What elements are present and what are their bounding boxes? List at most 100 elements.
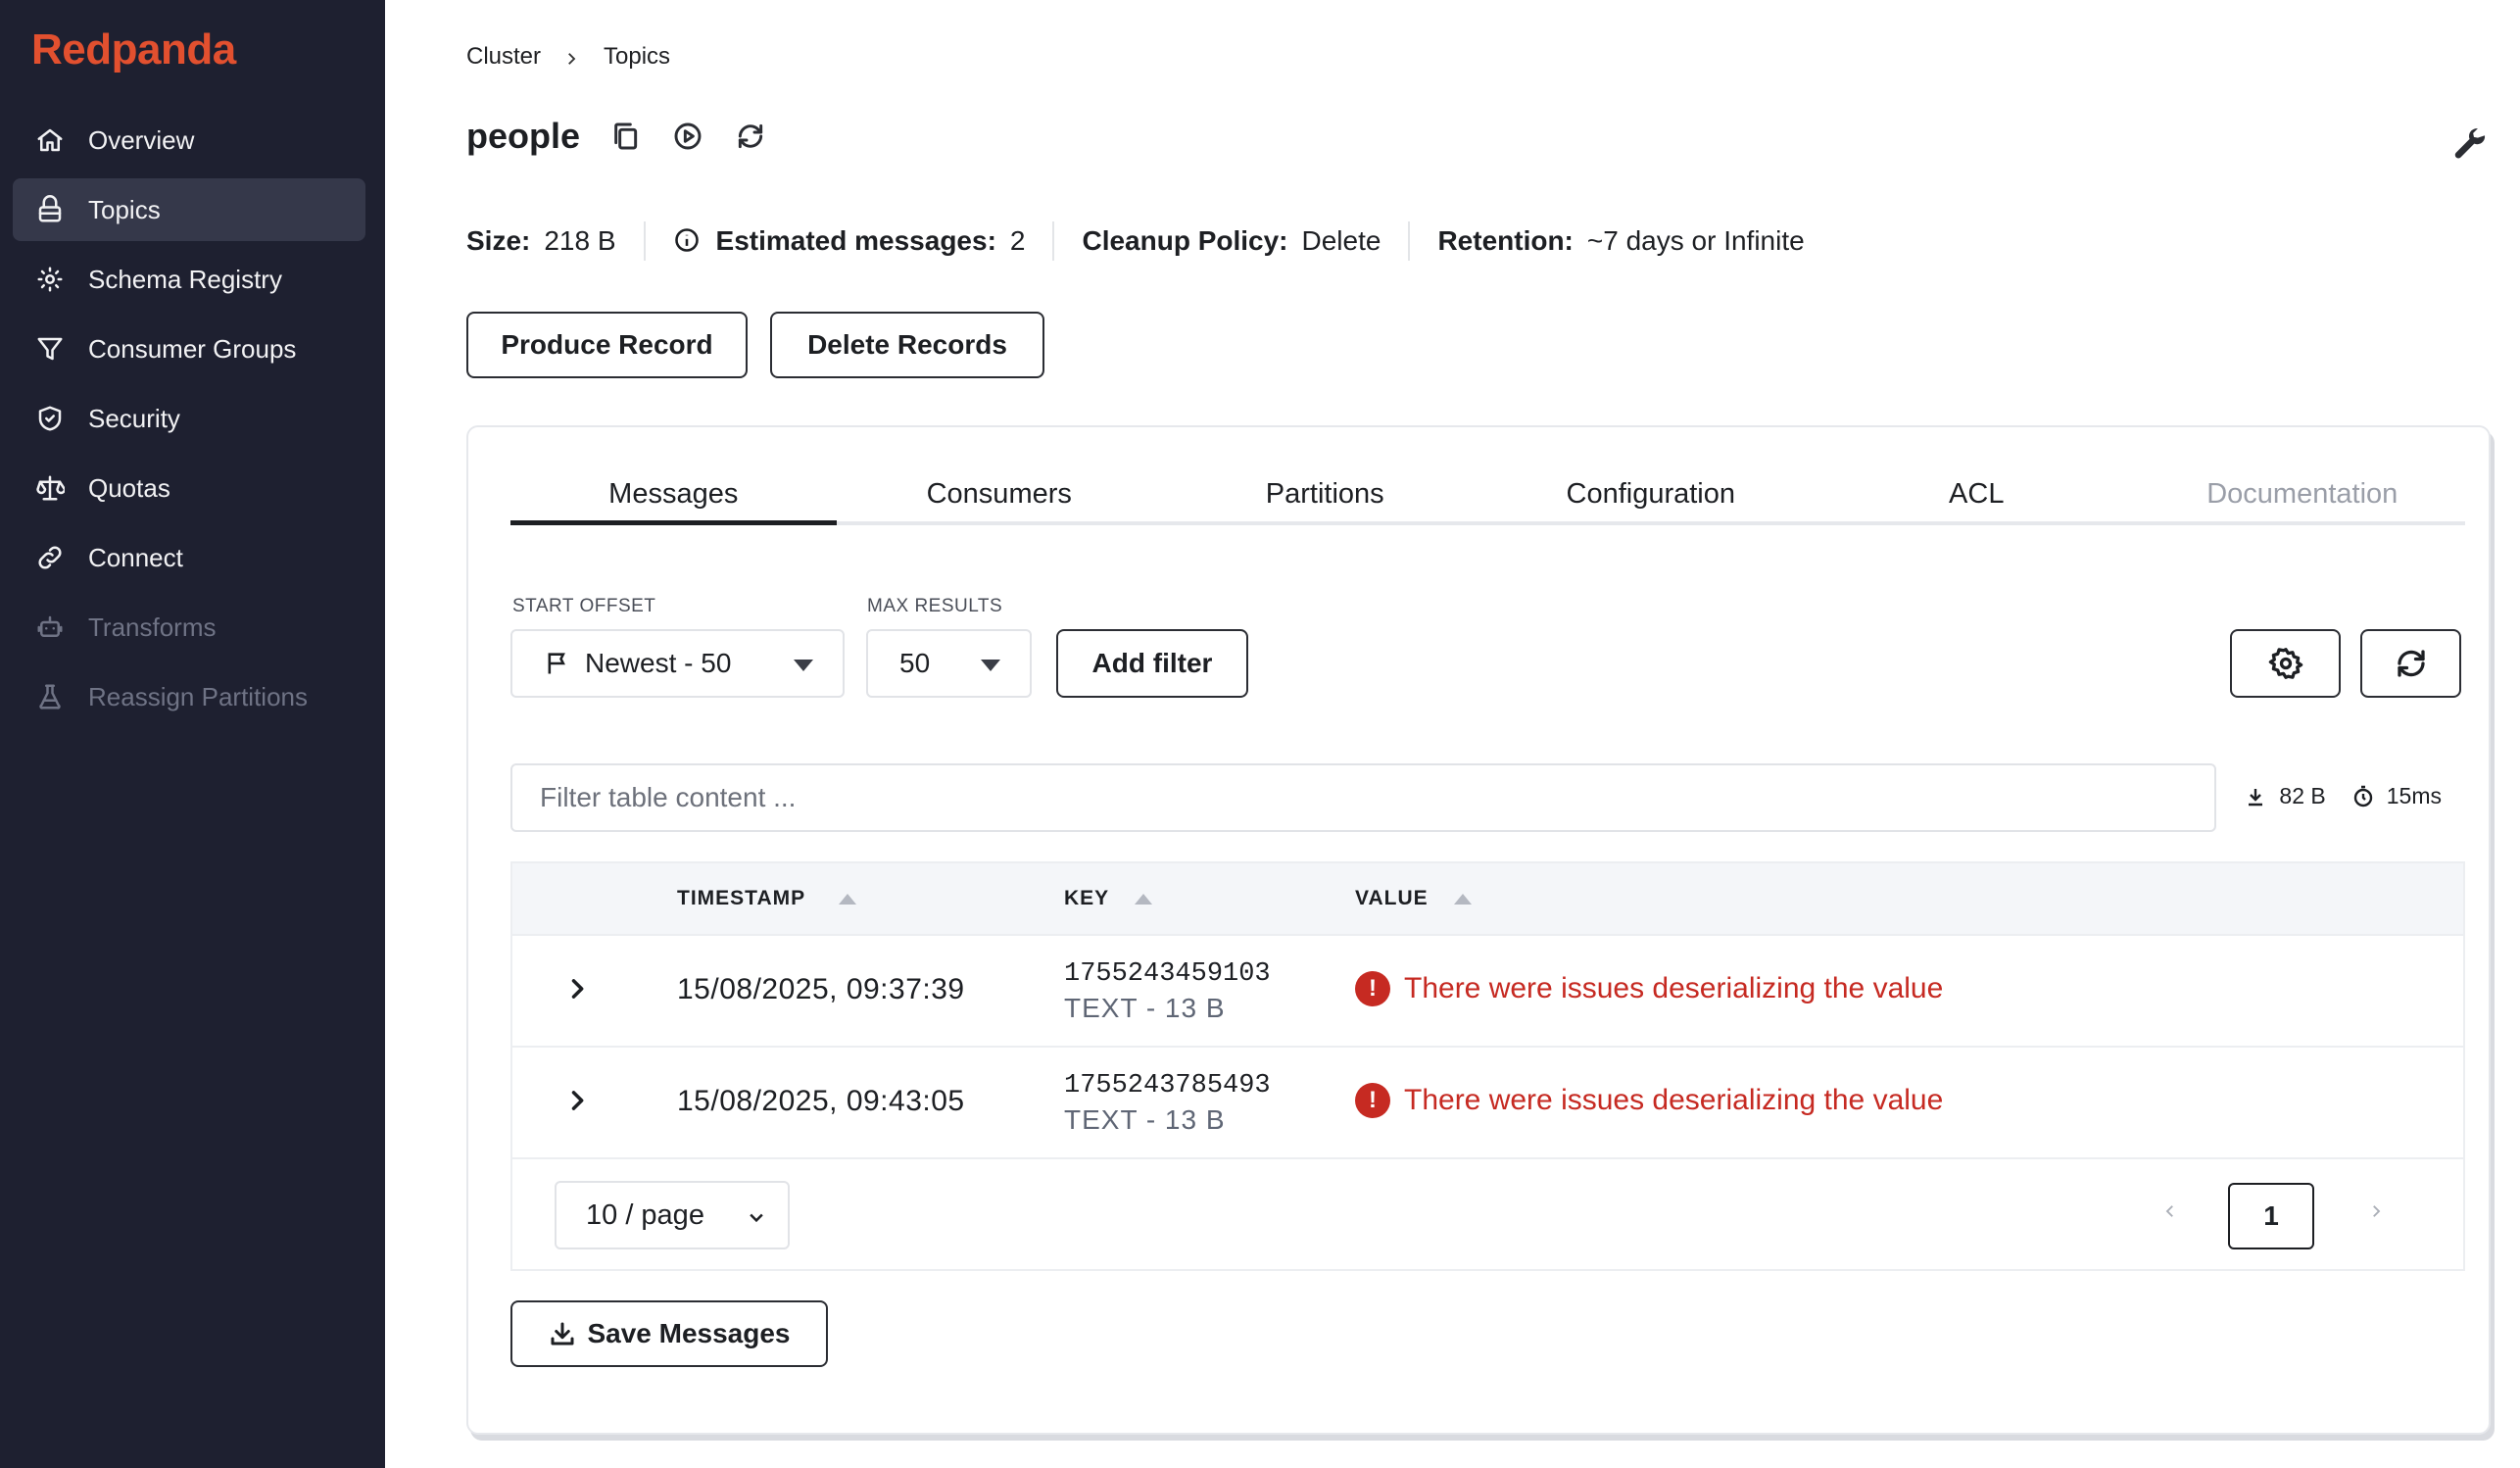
stat-cleanup: Cleanup Policy: Delete — [1082, 221, 1411, 261]
sidebar-item-label: Schema Registry — [88, 264, 282, 294]
meta-bytes: 82 B — [2279, 783, 2326, 808]
funnel-icon — [34, 333, 66, 365]
link-icon — [34, 542, 66, 573]
stat-retention-value: ~7 days or Infinite — [1586, 225, 1805, 256]
chevron-right-icon — [562, 47, 582, 67]
topic-stats: Size: 218 B Estimated messages: 2 Cleanu… — [466, 221, 1860, 261]
sidebar-item-label: Topics — [88, 194, 161, 224]
refresh-button[interactable] — [2360, 629, 2461, 698]
page-title: people — [466, 116, 581, 156]
sidebar-item-label: Connect — [88, 542, 183, 572]
filter-table-input[interactable] — [510, 763, 2216, 832]
stat-cleanup-value: Delete — [1301, 225, 1381, 256]
home-icon — [34, 124, 66, 156]
table-footer: 10 / page 1 — [512, 1157, 2463, 1271]
settings-button[interactable] — [2230, 629, 2341, 698]
refresh-icon — [2397, 650, 2425, 677]
sidebar-item-security[interactable]: Security — [13, 387, 365, 450]
row-key-type: TEXT - 13 B — [1064, 993, 1226, 1023]
tab-consumers[interactable]: Consumers — [837, 470, 1163, 521]
start-offset-label: START OFFSET — [512, 596, 656, 616]
sidebar-item-reassign-partitions[interactable]: Reassign Partitions — [13, 665, 365, 728]
sidebar-item-transforms[interactable]: Transforms — [13, 596, 365, 659]
tab-acl[interactable]: ACL — [1814, 470, 2140, 521]
download-icon — [2249, 788, 2263, 806]
error-icon: ! — [1355, 1083, 1390, 1118]
max-results-select[interactable]: 50 — [866, 629, 1032, 698]
max-results-value: 50 — [899, 648, 931, 678]
breadcrumb-cluster[interactable]: Cluster — [466, 43, 541, 71]
info-icon[interactable] — [673, 226, 703, 256]
sidebar-item-connect[interactable]: Connect — [13, 526, 365, 589]
sort-icon — [1453, 893, 1472, 905]
topics-icon — [34, 194, 66, 225]
row-value-text: There were issues deserializing the valu… — [1404, 1084, 1944, 1116]
row-timestamp: 15/08/2025, 09:43:05 — [677, 1085, 965, 1117]
gear-icon — [2268, 648, 2302, 679]
row-key: 1755243459103 — [1064, 959, 1271, 989]
messages-table: TIMESTAMP KEY VALUE 15/08/2025, 09:37:39… — [510, 861, 2465, 1271]
save-messages-label: Save Messages — [587, 1318, 791, 1348]
sidebar-item-topics[interactable]: Topics — [13, 178, 365, 241]
row-key: 1755243785493 — [1064, 1071, 1271, 1101]
delete-records-button[interactable]: Delete Records — [770, 312, 1044, 378]
expand-row-icon[interactable] — [563, 1087, 593, 1116]
schema-icon — [34, 264, 66, 295]
robot-icon — [34, 612, 66, 643]
header-key[interactable]: KEY — [1064, 887, 1153, 910]
title-row: people — [466, 116, 796, 157]
tab-partitions[interactable]: Partitions — [1162, 470, 1488, 521]
row-value-error: ! There were issues deserializing the va… — [1355, 1083, 1943, 1118]
prev-page-icon[interactable] — [2161, 1202, 2181, 1222]
start-offset-select[interactable]: Newest - 50 — [510, 629, 845, 698]
row-key-type: TEXT - 13 B — [1064, 1104, 1226, 1135]
tab-configuration[interactable]: Configuration — [1488, 470, 1815, 521]
produce-record-button[interactable]: Produce Record — [466, 312, 748, 378]
caret-down-icon — [981, 660, 1000, 671]
download-icon — [551, 1322, 574, 1346]
sidebar-item-label: Transforms — [88, 612, 217, 642]
wrench-icon[interactable] — [2451, 125, 2491, 165]
sidebar-item-quotas[interactable]: Quotas — [13, 457, 365, 519]
refresh-icon[interactable] — [733, 119, 768, 154]
page-size-select[interactable]: 10 / page — [555, 1181, 790, 1249]
error-icon: ! — [1355, 971, 1390, 1006]
breadcrumb-topics[interactable]: Topics — [604, 43, 670, 71]
tab-documentation[interactable]: Documentation — [2140, 470, 2466, 521]
stat-messages-value: 2 — [1009, 225, 1026, 256]
redpanda-logo[interactable]: Redpanda — [31, 25, 236, 74]
stat-size: Size: 218 B — [466, 221, 646, 261]
next-page-icon[interactable] — [2367, 1202, 2387, 1222]
main-content: Cluster Topics people Size: 218 B Estima… — [385, 0, 2520, 1468]
table-row: 15/08/2025, 09:43:05 1755243785493 TEXT … — [512, 1046, 2463, 1157]
meta-time: 15ms — [2386, 783, 2442, 808]
row-timestamp: 15/08/2025, 09:37:39 — [677, 973, 965, 1005]
breadcrumb: Cluster Topics — [466, 43, 670, 71]
expand-row-icon[interactable] — [563, 975, 593, 1004]
shield-icon — [34, 403, 66, 434]
sidebar-item-schema-registry[interactable]: Schema Registry — [13, 248, 365, 311]
stat-messages-label: Estimated messages: — [715, 225, 996, 256]
sidebar-item-label: Reassign Partitions — [88, 681, 308, 711]
sidebar-nav: Overview Topics Schema Registry Consumer… — [13, 109, 365, 735]
flag-icon — [548, 653, 565, 674]
flask-icon — [34, 681, 66, 712]
add-filter-button[interactable]: Add filter — [1056, 629, 1248, 698]
stat-size-value: 218 B — [544, 225, 616, 256]
stopwatch-icon — [2353, 785, 2372, 807]
sidebar-item-consumer-groups[interactable]: Consumer Groups — [13, 318, 365, 380]
copy-icon[interactable] — [607, 119, 643, 154]
stat-messages: Estimated messages: 2 — [673, 221, 1055, 261]
play-icon[interactable] — [670, 119, 705, 154]
header-value[interactable]: VALUE — [1355, 887, 1472, 910]
table-header: TIMESTAMP KEY VALUE — [512, 863, 2463, 934]
sort-icon — [839, 893, 857, 905]
sidebar-item-label: Security — [88, 403, 180, 433]
tab-messages[interactable]: Messages — [510, 470, 837, 525]
sidebar-item-overview[interactable]: Overview — [13, 109, 365, 171]
page-1-button[interactable]: 1 — [2228, 1183, 2314, 1249]
header-timestamp[interactable]: TIMESTAMP — [677, 887, 857, 910]
sidebar-item-label: Overview — [88, 124, 195, 155]
tab-bar: Messages Consumers Partitions Configurat… — [510, 470, 2465, 525]
save-messages-button[interactable]: Save Messages — [510, 1300, 828, 1367]
